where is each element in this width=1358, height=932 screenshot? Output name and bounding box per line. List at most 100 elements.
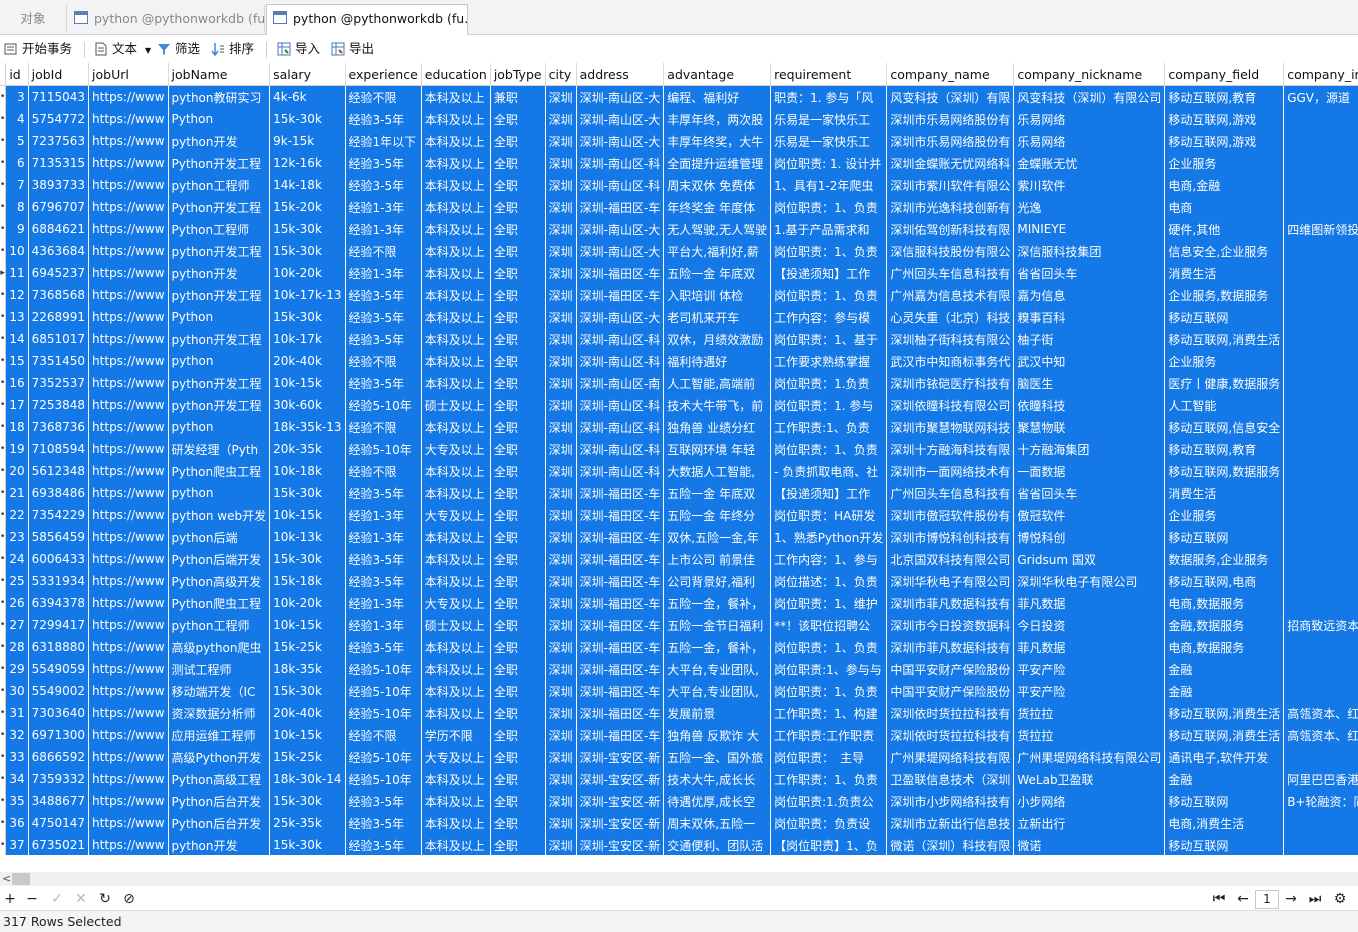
- table-cell[interactable]: 深圳佑驾创新科技有限: [886, 218, 1015, 240]
- table-cell[interactable]: 深圳华秋电子有限公司: [1013, 570, 1166, 592]
- table-cell[interactable]: https://www: [88, 240, 169, 262]
- table-cell[interactable]: 4k-6k: [269, 85, 346, 108]
- table-cell[interactable]: 全职: [490, 548, 546, 570]
- table-row[interactable]: • 20 5612348 https://www Python爬虫工程 10k-18k 经验…: [0, 460, 1358, 482]
- table-cell[interactable]: 15k-30k: [269, 790, 346, 812]
- table-cell[interactable]: python后端: [168, 526, 271, 548]
- table-cell[interactable]: 中国平安财产保险股份: [886, 658, 1015, 680]
- table-cell[interactable]: 今日投资: [1013, 614, 1166, 636]
- table-cell[interactable]: 全职: [490, 636, 546, 658]
- table-cell[interactable]: 深圳-南山区-科: [576, 152, 665, 174]
- table-cell[interactable]: 全职: [490, 746, 546, 768]
- table-cell[interactable]: 深圳: [545, 372, 577, 394]
- tab-query-2[interactable]: python @pythonworkdb (fu...: [266, 4, 468, 35]
- table-cell[interactable]: 移动互联网,游戏: [1164, 130, 1285, 152]
- table-cell[interactable]: 深圳: [545, 394, 577, 416]
- scroll-left-icon[interactable]: <: [2, 872, 11, 885]
- table-cell[interactable]: 深圳: [545, 284, 577, 306]
- table-cell[interactable]: 信息安全,企业服务: [1164, 240, 1285, 262]
- table-cell[interactable]: 资深数据分析师: [168, 702, 271, 724]
- table-cell[interactable]: 傲冠软件: [1013, 504, 1166, 526]
- table-cell[interactable]: GGV，源道: [1283, 85, 1358, 108]
- table-cell[interactable]: [1283, 812, 1358, 834]
- table-cell[interactable]: 双休,五险一金,年: [663, 526, 772, 548]
- table-cell[interactable]: 深圳-福田区-车: [576, 614, 665, 636]
- table-cell[interactable]: 10k-17k: [269, 328, 346, 350]
- table-cell[interactable]: 19: [5, 438, 29, 460]
- table-cell[interactable]: 本科及以上: [421, 812, 491, 834]
- table-cell[interactable]: 移动端开发（IC: [168, 680, 271, 702]
- table-cell[interactable]: 深圳-福田区-车: [576, 680, 665, 702]
- tab-query-1[interactable]: python @pythonworkdb (fu...: [68, 5, 265, 33]
- table-cell[interactable]: 15k-30k: [269, 306, 346, 328]
- begin-transaction-button[interactable]: 开始事务: [4, 40, 72, 58]
- table-cell[interactable]: 深圳市一面网络技术有: [886, 460, 1015, 482]
- table-cell[interactable]: 全职: [490, 350, 546, 372]
- sort-button[interactable]: 排序: [211, 40, 254, 58]
- table-cell[interactable]: B+轮融资：同: [1283, 790, 1358, 812]
- table-row[interactable]: • 28 6318880 https://www 高级python爬虫 15k-25k 经验…: [0, 636, 1358, 658]
- table-cell[interactable]: 本科及以上: [421, 306, 491, 328]
- table-cell[interactable]: python开发工程: [168, 284, 271, 306]
- table-cell[interactable]: 深圳: [545, 504, 577, 526]
- table-cell[interactable]: 深圳十方融海科技有限: [886, 438, 1015, 460]
- table-cell[interactable]: 5549059: [28, 658, 90, 680]
- table-cell[interactable]: 移动互联网,游戏: [1164, 108, 1285, 130]
- table-cell[interactable]: 深圳: [545, 658, 577, 680]
- table-cell[interactable]: 17: [5, 394, 29, 416]
- table-cell[interactable]: 深圳市紫川软件有限公: [886, 174, 1015, 196]
- table-cell[interactable]: 电商,金融: [1164, 174, 1285, 196]
- table-cell[interactable]: 金蝶账无忧: [1013, 152, 1166, 174]
- table-cell[interactable]: 中国平安财产保险股份: [886, 680, 1015, 702]
- table-cell[interactable]: https://www: [88, 548, 169, 570]
- table-cell[interactable]: 20k-40k: [269, 702, 346, 724]
- table-cell[interactable]: 全职: [490, 196, 546, 218]
- text-button[interactable]: 文本 ▼: [94, 40, 151, 58]
- table-cell[interactable]: 深圳市小步网络科技有: [886, 790, 1015, 812]
- table-cell[interactable]: 老司机来开车: [663, 306, 772, 328]
- table-cell[interactable]: https://www: [88, 526, 169, 548]
- table-cell[interactable]: WeLab卫盈联: [1013, 768, 1166, 790]
- table-cell[interactable]: 15k-30k: [269, 548, 346, 570]
- table-cell[interactable]: Python高级开发: [168, 570, 271, 592]
- table-cell[interactable]: Gridsum 国双: [1013, 548, 1166, 570]
- table-cell[interactable]: 7303640: [28, 702, 90, 724]
- table-cell[interactable]: 岗位职责：1、负责: [770, 636, 888, 658]
- table-cell[interactable]: 6735021: [28, 834, 90, 855]
- table-cell[interactable]: 本科及以上: [421, 152, 491, 174]
- table-cell[interactable]: 职责：1. 参与「风: [770, 85, 888, 108]
- table-cell[interactable]: 经验3-5年: [345, 284, 422, 306]
- table-cell[interactable]: 全职: [490, 482, 546, 504]
- table-cell[interactable]: 深圳-福田区-车: [576, 570, 665, 592]
- table-cell[interactable]: 丰厚年终，两次股: [663, 108, 772, 130]
- first-page-icon[interactable]: ⏮: [1211, 890, 1227, 908]
- table-cell[interactable]: python开发: [168, 834, 271, 855]
- table-cell[interactable]: 深圳金蝶账无忧网络科: [886, 152, 1015, 174]
- table-cell[interactable]: 本科及以上: [421, 85, 491, 108]
- table-cell[interactable]: 经验3-5年: [345, 636, 422, 658]
- table-cell[interactable]: [1283, 306, 1358, 328]
- table-cell[interactable]: 深圳: [545, 460, 577, 482]
- table-cell[interactable]: 深圳市乐易网络股份有: [886, 130, 1015, 152]
- table-cell[interactable]: 工作内容：1、参与: [770, 548, 888, 570]
- table-cell[interactable]: **！该职位招聘公: [770, 614, 888, 636]
- table-cell[interactable]: 广州嘉为信息技术有限: [886, 284, 1015, 306]
- table-cell[interactable]: 全职: [490, 724, 546, 746]
- table-cell[interactable]: 风变科技（深圳）有限: [886, 85, 1015, 108]
- table-cell[interactable]: 经验3-5年: [345, 152, 422, 174]
- table-cell[interactable]: https://www: [88, 174, 169, 196]
- table-cell[interactable]: 五险一金 年终分: [663, 504, 772, 526]
- column-header[interactable]: company_name: [886, 63, 1015, 86]
- table-cell[interactable]: 经验5-10年: [345, 394, 422, 416]
- table-cell[interactable]: 大平台,专业团队,: [663, 680, 772, 702]
- table-cell[interactable]: 岗位职责：HA研发: [770, 504, 888, 526]
- table-cell[interactable]: 深圳依时货拉拉科技有: [886, 724, 1015, 746]
- table-cell[interactable]: 深圳: [545, 482, 577, 504]
- table-cell[interactable]: 本科及以上: [421, 416, 491, 438]
- table-cell[interactable]: 微诺（深圳）科技有限: [886, 834, 1015, 855]
- table-cell[interactable]: 23: [5, 526, 29, 548]
- table-cell[interactable]: 6884621: [28, 218, 90, 240]
- table-cell[interactable]: python开发: [168, 130, 271, 152]
- table-cell[interactable]: 全职: [490, 218, 546, 240]
- table-cell[interactable]: 【投递须知】工作: [770, 262, 888, 284]
